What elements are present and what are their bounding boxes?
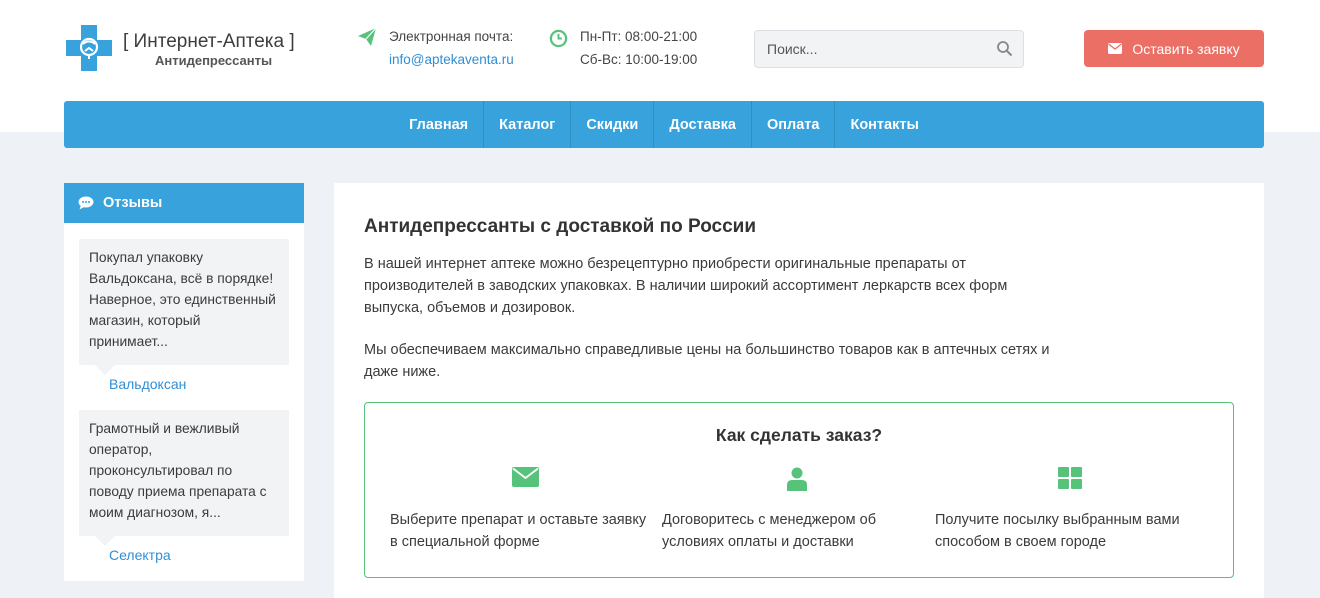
- clock-icon: [549, 29, 568, 48]
- leave-request-label: Оставить заявку: [1132, 40, 1240, 57]
- order-step: Получите посылку выбранным вами способом…: [935, 467, 1185, 553]
- paper-plane-icon: [358, 27, 377, 46]
- page-title: Антидепрессанты с доставкой по России: [364, 216, 757, 237]
- review-item: Покупал упаковку Вальдоксана, всё в поря…: [79, 239, 289, 375]
- brand-subtitle: Антидепрессанты: [155, 53, 273, 68]
- user-icon: [787, 467, 807, 491]
- nav-item-catalog[interactable]: Каталог: [483, 101, 570, 148]
- email-link[interactable]: info@aptekaventa.ru: [389, 52, 514, 67]
- order-step-text: Получите посылку выбранным вами способом…: [935, 512, 1180, 550]
- nav-item-home[interactable]: Главная: [394, 101, 483, 148]
- main-content: Антидепрессанты с доставкой по России В …: [334, 183, 1264, 598]
- hours-weekend: Сб-Вс: 10:00-19:00: [580, 52, 698, 67]
- grid-icon: [1058, 467, 1082, 489]
- leave-request-button[interactable]: Оставить заявку: [1084, 30, 1264, 67]
- how-to-order-box: Как сделать заказ? Выберите препарат и о…: [364, 402, 1234, 578]
- order-step: Договоритесь с менеджером об условиях оп…: [662, 467, 912, 553]
- order-step-text: Выберите препарат и оставьте заявку в сп…: [390, 512, 647, 550]
- search-box: [754, 30, 1024, 68]
- nav-item-delivery[interactable]: Доставка: [653, 101, 751, 148]
- review-text: Грамотный и вежливый оператор, проконсул…: [89, 421, 267, 520]
- review-item: Грамотный и вежливый оператор, проконсул…: [79, 410, 289, 546]
- main-nav: Главная Каталог Скидки Доставка Оплата К…: [64, 101, 1264, 148]
- envelope-icon: [1108, 43, 1123, 54]
- hours-weekday: Пн-Пт: 08:00-21:00: [580, 29, 698, 44]
- reviews-title: Отзывы: [103, 195, 163, 211]
- intro-paragraph: В нашей интернет аптеке можно безрецепту…: [364, 256, 1008, 316]
- pharmacy-cross-logo-icon[interactable]: [66, 25, 112, 71]
- reviews-header: Отзывы: [64, 183, 304, 223]
- order-step-text: Договоритесь с менеджером об условиях оп…: [662, 512, 877, 550]
- order-step: Выберите препарат и оставьте заявку в сп…: [390, 467, 646, 553]
- how-to-order-title: Как сделать заказ?: [715, 425, 883, 445]
- email-label: Электронная почта:: [389, 29, 514, 44]
- review-text: Покупал упаковку Вальдоксана, всё в поря…: [89, 250, 276, 349]
- review-product-link[interactable]: Селектра: [109, 547, 171, 563]
- reviews-sidebar: Отзывы Покупал упаковку Вальдоксана, всё…: [64, 183, 304, 581]
- nav-item-contacts[interactable]: Контакты: [834, 101, 933, 148]
- nav-item-discounts[interactable]: Скидки: [570, 101, 653, 148]
- nav-item-payment[interactable]: Оплата: [750, 101, 834, 148]
- pricing-paragraph: Мы обеспечиваем максимально справедливые…: [364, 342, 1050, 380]
- brand-title[interactable]: [ Интернет-Аптека ]: [123, 31, 295, 53]
- review-product-link[interactable]: Вальдоксан: [109, 376, 186, 392]
- search-input[interactable]: [755, 31, 985, 67]
- chat-icon: [78, 196, 94, 210]
- envelope-icon: [512, 467, 539, 487]
- search-icon[interactable]: [996, 40, 1013, 57]
